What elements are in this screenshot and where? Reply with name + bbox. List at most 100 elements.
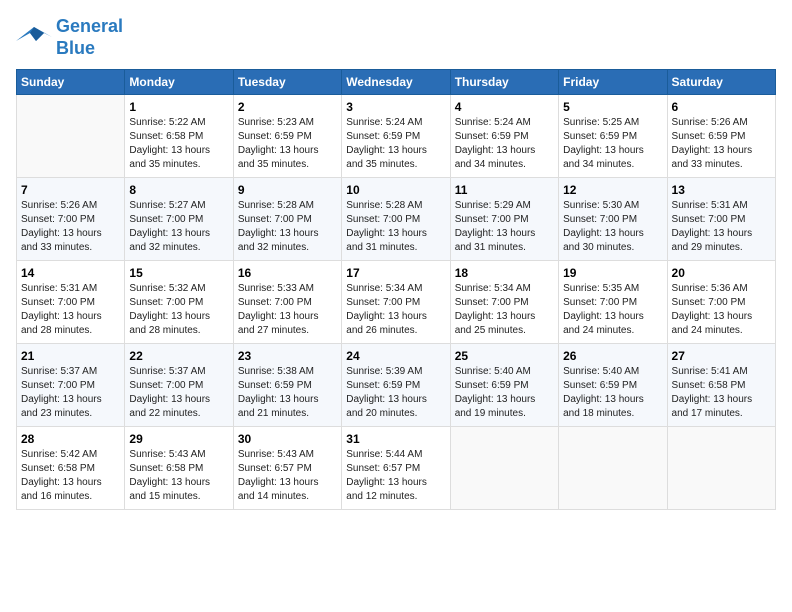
day-number: 3 <box>346 100 445 114</box>
day-info: Sunrise: 5:30 AMSunset: 7:00 PMDaylight:… <box>563 199 662 255</box>
day-info: Sunrise: 5:29 AMSunset: 7:00 PMDaylight:… <box>455 199 554 255</box>
day-info: Sunrise: 5:24 AMSunset: 6:59 PMDaylight:… <box>455 116 554 172</box>
day-number: 22 <box>129 349 228 363</box>
day-info: Sunrise: 5:31 AMSunset: 7:00 PMDaylight:… <box>21 282 120 338</box>
day-number: 11 <box>455 183 554 197</box>
calendar-day-cell: 20 Sunrise: 5:36 AMSunset: 7:00 PMDayligh… <box>667 261 775 344</box>
day-number: 29 <box>129 432 228 446</box>
calendar-week-row: 7 Sunrise: 5:26 AMSunset: 7:00 PMDaylight… <box>17 178 776 261</box>
weekday-header-cell: Thursday <box>450 70 558 95</box>
calendar-day-cell: 9 Sunrise: 5:28 AMSunset: 7:00 PMDaylight… <box>233 178 341 261</box>
day-number: 21 <box>21 349 120 363</box>
day-number: 28 <box>21 432 120 446</box>
day-number: 27 <box>672 349 771 363</box>
calendar-day-cell: 12 Sunrise: 5:30 AMSunset: 7:00 PMDayligh… <box>559 178 667 261</box>
calendar-day-cell: 27 Sunrise: 5:41 AMSunset: 6:58 PMDayligh… <box>667 344 775 427</box>
day-number: 19 <box>563 266 662 280</box>
calendar-body: 1 Sunrise: 5:22 AMSunset: 6:58 PMDaylight… <box>17 95 776 510</box>
calendar-day-cell: 14 Sunrise: 5:31 AMSunset: 7:00 PMDayligh… <box>17 261 125 344</box>
day-info: Sunrise: 5:41 AMSunset: 6:58 PMDaylight:… <box>672 365 771 421</box>
day-info: Sunrise: 5:24 AMSunset: 6:59 PMDaylight:… <box>346 116 445 172</box>
calendar-day-cell: 25Sunrise: 5:40 AMSunset: 6:59 PMDayligh… <box>450 344 558 427</box>
day-number: 30 <box>238 432 337 446</box>
day-info: Sunrise: 5:43 AMSunset: 6:58 PMDaylight:… <box>129 448 228 504</box>
calendar-week-row: 1 Sunrise: 5:22 AMSunset: 6:58 PMDaylight… <box>17 95 776 178</box>
weekday-header-row: SundayMondayTuesdayWednesdayThursdayFrid… <box>17 70 776 95</box>
calendar-day-cell: 17 Sunrise: 5:34 AMSunset: 7:00 PMDayligh… <box>342 261 450 344</box>
calendar-day-cell <box>559 427 667 510</box>
day-info: Sunrise: 5:34 AMSunset: 7:00 PMDaylight:… <box>346 282 445 338</box>
day-number: 6 <box>672 100 771 114</box>
day-number: 15 <box>129 266 228 280</box>
day-info: Sunrise: 5:27 AMSunset: 7:00 PMDaylight:… <box>129 199 228 255</box>
day-number: 7 <box>21 183 120 197</box>
day-info: Sunrise: 5:28 AMSunset: 7:00 PMDaylight:… <box>238 199 337 255</box>
calendar-day-cell: 7 Sunrise: 5:26 AMSunset: 7:00 PMDaylight… <box>17 178 125 261</box>
day-number: 1 <box>129 100 228 114</box>
calendar-day-cell: 23 Sunrise: 5:38 AMSunset: 6:59 PMDayligh… <box>233 344 341 427</box>
calendar-day-cell: 24Sunrise: 5:39 AMSunset: 6:59 PMDayligh… <box>342 344 450 427</box>
weekday-header-cell: Wednesday <box>342 70 450 95</box>
day-info: Sunrise: 5:25 AMSunset: 6:59 PMDaylight:… <box>563 116 662 172</box>
calendar-day-cell: 1 Sunrise: 5:22 AMSunset: 6:58 PMDaylight… <box>125 95 233 178</box>
day-number: 17 <box>346 266 445 280</box>
calendar-day-cell: 30 Sunrise: 5:43 AMSunset: 6:57 PMDayligh… <box>233 427 341 510</box>
day-number: 26 <box>563 349 662 363</box>
calendar-day-cell: 22 Sunrise: 5:37 AMSunset: 7:00 PMDayligh… <box>125 344 233 427</box>
calendar-table: SundayMondayTuesdayWednesdayThursdayFrid… <box>16 69 776 510</box>
day-info: Sunrise: 5:37 AMSunset: 7:00 PMDaylight:… <box>129 365 228 421</box>
day-info: Sunrise: 5:23 AMSunset: 6:59 PMDaylight:… <box>238 116 337 172</box>
day-info: Sunrise: 5:36 AMSunset: 7:00 PMDaylight:… <box>672 282 771 338</box>
day-number: 20 <box>672 266 771 280</box>
calendar-day-cell: 31Sunrise: 5:44 AMSunset: 6:57 PMDayligh… <box>342 427 450 510</box>
calendar-day-cell: 19 Sunrise: 5:35 AMSunset: 7:00 PMDayligh… <box>559 261 667 344</box>
day-info: Sunrise: 5:40 AMSunset: 6:59 PMDaylight:… <box>455 365 554 421</box>
day-number: 8 <box>129 183 228 197</box>
day-info: Sunrise: 5:37 AMSunset: 7:00 PMDaylight:… <box>21 365 120 421</box>
day-info: Sunrise: 5:26 AMSunset: 7:00 PMDaylight:… <box>21 199 120 255</box>
day-number: 23 <box>238 349 337 363</box>
day-info: Sunrise: 5:34 AMSunset: 7:00 PMDaylight:… <box>455 282 554 338</box>
day-number: 12 <box>563 183 662 197</box>
day-number: 5 <box>563 100 662 114</box>
day-info: Sunrise: 5:38 AMSunset: 6:59 PMDaylight:… <box>238 365 337 421</box>
day-info: Sunrise: 5:33 AMSunset: 7:00 PMDaylight:… <box>238 282 337 338</box>
logo-icon <box>16 23 52 53</box>
calendar-day-cell: 6 Sunrise: 5:26 AMSunset: 6:59 PMDaylight… <box>667 95 775 178</box>
calendar-day-cell: 4Sunrise: 5:24 AMSunset: 6:59 PMDaylight… <box>450 95 558 178</box>
day-info: Sunrise: 5:40 AMSunset: 6:59 PMDaylight:… <box>563 365 662 421</box>
day-number: 14 <box>21 266 120 280</box>
day-number: 2 <box>238 100 337 114</box>
calendar-day-cell: 21 Sunrise: 5:37 AMSunset: 7:00 PMDayligh… <box>17 344 125 427</box>
day-info: Sunrise: 5:44 AMSunset: 6:57 PMDaylight:… <box>346 448 445 504</box>
calendar-week-row: 14 Sunrise: 5:31 AMSunset: 7:00 PMDayligh… <box>17 261 776 344</box>
calendar-day-cell <box>667 427 775 510</box>
page-header: General Blue <box>16 16 776 59</box>
calendar-day-cell: 11 Sunrise: 5:29 AMSunset: 7:00 PMDayligh… <box>450 178 558 261</box>
day-info: Sunrise: 5:26 AMSunset: 6:59 PMDaylight:… <box>672 116 771 172</box>
calendar-day-cell: 3 Sunrise: 5:24 AMSunset: 6:59 PMDaylight… <box>342 95 450 178</box>
calendar-day-cell: 16 Sunrise: 5:33 AMSunset: 7:00 PMDayligh… <box>233 261 341 344</box>
weekday-header-cell: Sunday <box>17 70 125 95</box>
day-number: 16 <box>238 266 337 280</box>
calendar-day-cell: 26 Sunrise: 5:40 AMSunset: 6:59 PMDayligh… <box>559 344 667 427</box>
calendar-day-cell: 18Sunrise: 5:34 AMSunset: 7:00 PMDayligh… <box>450 261 558 344</box>
calendar-day-cell <box>450 427 558 510</box>
weekday-header-cell: Friday <box>559 70 667 95</box>
day-info: Sunrise: 5:31 AMSunset: 7:00 PMDaylight:… <box>672 199 771 255</box>
calendar-day-cell: 29 Sunrise: 5:43 AMSunset: 6:58 PMDayligh… <box>125 427 233 510</box>
calendar-day-cell: 10Sunrise: 5:28 AMSunset: 7:00 PMDayligh… <box>342 178 450 261</box>
day-number: 9 <box>238 183 337 197</box>
day-info: Sunrise: 5:22 AMSunset: 6:58 PMDaylight:… <box>129 116 228 172</box>
calendar-week-row: 21 Sunrise: 5:37 AMSunset: 7:00 PMDayligh… <box>17 344 776 427</box>
day-info: Sunrise: 5:42 AMSunset: 6:58 PMDaylight:… <box>21 448 120 504</box>
weekday-header-cell: Saturday <box>667 70 775 95</box>
day-number: 13 <box>672 183 771 197</box>
calendar-day-cell: 8 Sunrise: 5:27 AMSunset: 7:00 PMDaylight… <box>125 178 233 261</box>
day-info: Sunrise: 5:35 AMSunset: 7:00 PMDaylight:… <box>563 282 662 338</box>
calendar-day-cell: 5 Sunrise: 5:25 AMSunset: 6:59 PMDaylight… <box>559 95 667 178</box>
day-info: Sunrise: 5:43 AMSunset: 6:57 PMDaylight:… <box>238 448 337 504</box>
day-info: Sunrise: 5:28 AMSunset: 7:00 PMDaylight:… <box>346 199 445 255</box>
day-number: 24 <box>346 349 445 363</box>
calendar-week-row: 28 Sunrise: 5:42 AMSunset: 6:58 PMDayligh… <box>17 427 776 510</box>
